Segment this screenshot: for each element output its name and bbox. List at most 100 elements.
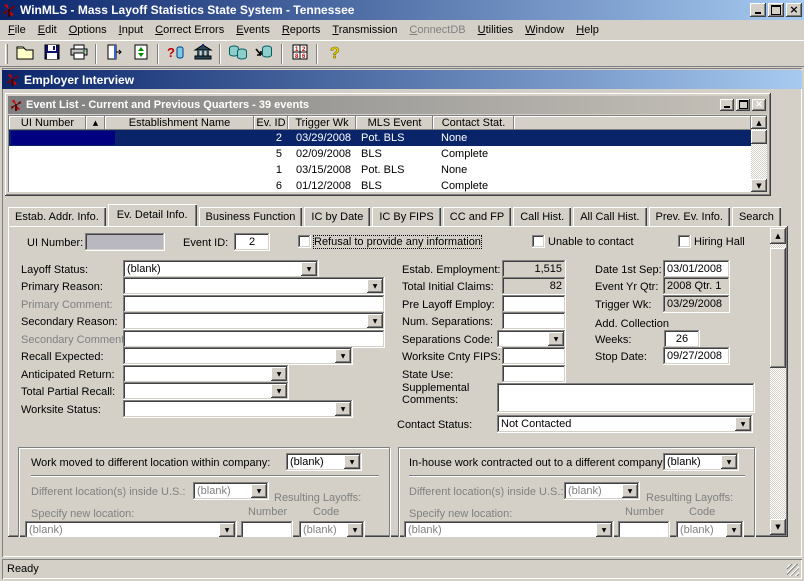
toolbar-separator	[316, 44, 318, 64]
separations-code-combo[interactable]: ▼	[497, 330, 566, 348]
calculator-button[interactable]: 1286	[286, 42, 313, 65]
worksite-cnty-fips-field[interactable]	[502, 347, 566, 365]
unable-to-contact-checkbox[interactable]	[532, 235, 545, 248]
anticipated-return-combo[interactable]: ▼	[123, 365, 289, 383]
column-header-ui-number[interactable]: UI Number	[9, 116, 86, 130]
tab-ic-by-date[interactable]: IC by Date	[304, 207, 370, 226]
contact-status-combo[interactable]: Not Contacted▼	[497, 415, 753, 433]
menu-input[interactable]: Input	[113, 22, 149, 38]
close-button[interactable]: ×	[786, 3, 802, 17]
open-button[interactable]	[11, 42, 38, 65]
num-separations-field[interactable]	[502, 312, 566, 330]
pre-layoff-employ-field[interactable]	[502, 295, 566, 313]
exit-button[interactable]	[100, 42, 127, 65]
find-query-icon: ?	[166, 43, 186, 64]
resulting-layoffs-code-combo[interactable]: (blank)▼	[299, 521, 365, 537]
column-header-contact-stat[interactable]: Contact Stat.	[433, 116, 514, 130]
unable-to-contact-label[interactable]: Unable to contact	[548, 236, 634, 248]
sort-asc-icon[interactable]: ▲	[86, 116, 105, 130]
hiring-hall-label[interactable]: Hiring Hall	[694, 236, 745, 248]
column-header-mls-event[interactable]: MLS Event	[356, 116, 433, 130]
primary-comment-field[interactable]	[123, 295, 385, 313]
column-header-establishment[interactable]: Establishment Name	[105, 116, 254, 130]
tab-prev-ev-info[interactable]: Prev. Ev. Info.	[649, 207, 730, 226]
menu-file[interactable]: File	[2, 22, 32, 38]
resulting-layoffs-number-field[interactable]	[241, 521, 293, 537]
resize-grip[interactable]	[787, 564, 799, 576]
menu-correct-errors[interactable]: Correct Errors	[149, 22, 230, 38]
find-button[interactable]: ?	[162, 42, 189, 65]
scrollbar-thumb[interactable]	[770, 248, 786, 368]
save-button[interactable]	[38, 42, 65, 65]
ui-number-field[interactable]	[85, 233, 165, 251]
inhouse-combo[interactable]: (blank)▼	[663, 453, 739, 471]
layoff-status-combo[interactable]: (blank)▼	[123, 260, 319, 278]
tab-ic-by-fips[interactable]: IC By FIPS	[372, 207, 440, 226]
different-location-combo[interactable]: (blank)▼	[564, 482, 640, 500]
table-row[interactable]: 1 03/15/2008 Pot. BLS None	[9, 162, 751, 178]
menu-window[interactable]: Window	[519, 22, 570, 38]
refusal-checkbox[interactable]	[298, 235, 311, 248]
menu-help[interactable]: Help	[570, 22, 605, 38]
tab-ev-detail-info[interactable]: Ev. Detail Info.	[108, 204, 197, 226]
table-row[interactable]: 2 03/29/2008 Pot. BLS None	[9, 130, 751, 146]
scroll-down-icon[interactable]: ▼	[751, 179, 767, 192]
weeks-field[interactable]: 26	[664, 330, 700, 348]
table-row[interactable]: 5 02/09/2008 BLS Complete	[9, 146, 751, 162]
menu-events[interactable]: Events	[230, 22, 276, 38]
total-partial-recall-combo[interactable]: ▼	[123, 382, 289, 400]
tab-call-hist[interactable]: Call Hist.	[513, 207, 571, 226]
refusal-checkbox-label[interactable]: Refusal to provide any information	[314, 236, 481, 248]
event-list-minimize-button[interactable]	[720, 99, 734, 111]
event-list-close-button[interactable]: ×	[752, 99, 766, 111]
specify-new-location-combo[interactable]: (blank)▼	[404, 521, 614, 537]
column-header-trigger-wk[interactable]: Trigger Wk	[288, 116, 356, 130]
recall-expected-combo[interactable]: ▼	[123, 347, 353, 365]
scrollbar-thumb[interactable]	[751, 130, 767, 144]
tab-estab-addr-info[interactable]: Estab. Addr. Info.	[8, 207, 106, 226]
minimize-button[interactable]	[750, 3, 766, 17]
database-button[interactable]	[224, 42, 251, 65]
different-location-combo[interactable]: (blank)▼	[193, 482, 269, 500]
menu-reports[interactable]: Reports	[276, 22, 327, 38]
menu-options[interactable]: Options	[63, 22, 113, 38]
menu-utilities[interactable]: Utilities	[472, 22, 519, 38]
bank-button[interactable]	[189, 42, 216, 65]
hiring-hall-checkbox[interactable]	[678, 235, 691, 248]
supplemental-comments-field[interactable]	[497, 383, 755, 413]
maximize-button[interactable]	[768, 3, 784, 17]
scrollbar-track[interactable]	[770, 244, 786, 519]
stop-date-field[interactable]: 09/27/2008	[663, 347, 730, 365]
event-id-field[interactable]: 2	[234, 233, 270, 251]
print-button[interactable]	[65, 42, 92, 65]
column-header-ev-id[interactable]: Ev. ID	[254, 116, 288, 130]
date-1st-sep-field[interactable]: 03/01/2008	[663, 260, 730, 278]
specify-new-location-combo[interactable]: (blank)▼	[25, 521, 237, 537]
worksite-status-combo[interactable]: ▼	[123, 400, 353, 418]
scroll-up-icon[interactable]: ▲	[770, 228, 786, 244]
tab-search[interactable]: Search	[732, 207, 781, 226]
resulting-layoffs-number-field[interactable]	[618, 521, 670, 537]
table-row[interactable]: 6 01/12/2008 BLS Complete	[9, 178, 751, 193]
tab-business-function[interactable]: Business Function	[199, 207, 303, 226]
refresh-button[interactable]	[127, 42, 154, 65]
event-list-scrollbar[interactable]: ▲ ▼	[751, 116, 767, 192]
work-moved-combo[interactable]: (blank)▼	[286, 453, 362, 471]
resulting-layoffs-code-combo[interactable]: (blank)▼	[676, 521, 744, 537]
primary-reason-combo[interactable]: ▼	[123, 277, 385, 295]
form-scrollbar[interactable]: ▲ ▼	[770, 228, 786, 535]
secondary-comment-field[interactable]	[123, 330, 385, 348]
scroll-up-icon[interactable]: ▲	[751, 116, 767, 129]
menu-transmission[interactable]: Transmission	[326, 22, 403, 38]
database-export-button[interactable]	[251, 42, 278, 65]
state-use-field[interactable]	[502, 365, 566, 383]
menu-edit[interactable]: Edit	[32, 22, 63, 38]
help-button[interactable]: ?	[321, 42, 348, 65]
scroll-down-icon[interactable]: ▼	[770, 519, 786, 535]
secondary-reason-combo[interactable]: ▼	[123, 312, 385, 330]
event-list-maximize-button[interactable]	[736, 99, 750, 111]
tab-cc-and-fp[interactable]: CC and FP	[443, 207, 511, 226]
tab-all-call-hist[interactable]: All Call Hist.	[573, 207, 646, 226]
scrollbar-track[interactable]	[751, 129, 767, 179]
status-text: Ready	[7, 563, 39, 575]
